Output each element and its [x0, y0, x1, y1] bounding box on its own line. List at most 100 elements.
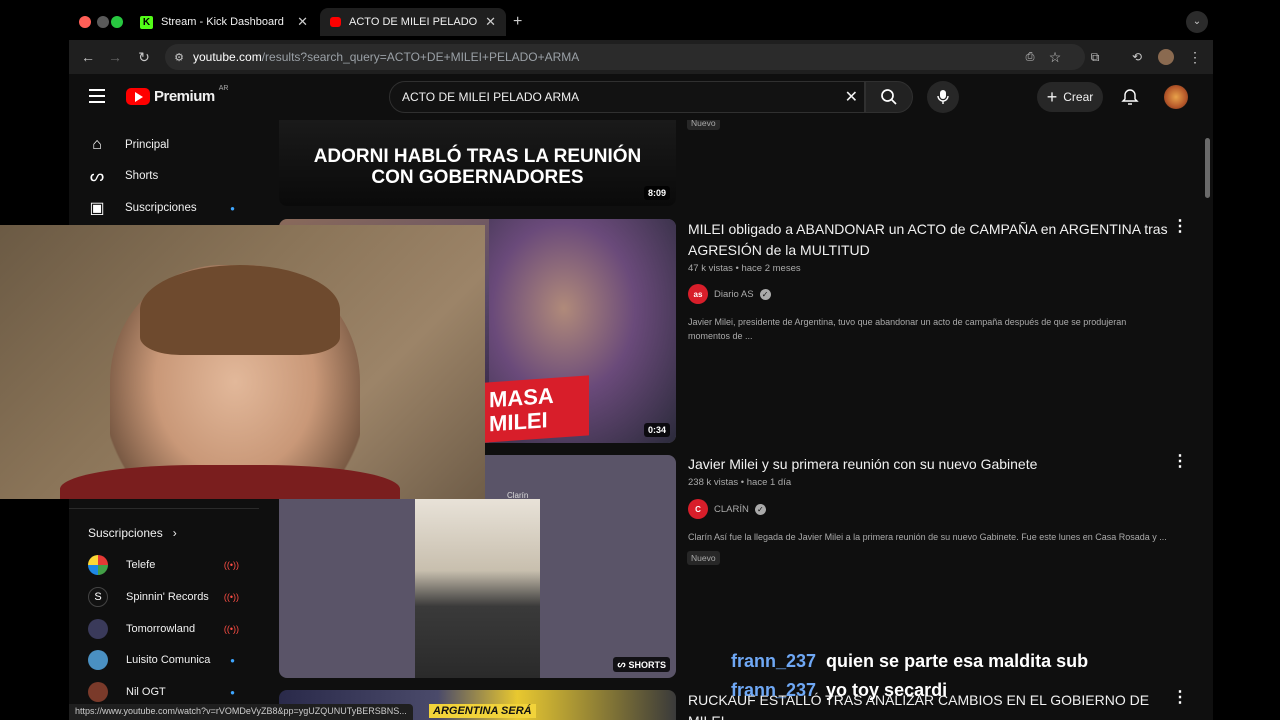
channel-avatar: C [688, 499, 708, 519]
subscription-item-luisito-comunica[interactable]: Luisito Comunica ● [69, 645, 269, 675]
chevron-right-icon: › [172, 526, 177, 540]
voice-search-button[interactable] [927, 81, 959, 113]
chat-message: frann_237 quien se parte esa maldita sub [731, 646, 1088, 676]
tab-kick-dashboard[interactable]: K Stream - Kick Dashboard ✕ [130, 8, 318, 36]
bookmark-star-icon[interactable]: ☆ [1046, 48, 1064, 66]
more-actions-icon[interactable]: ⋮ [1172, 454, 1188, 470]
search-button[interactable] [865, 81, 913, 113]
browser-toolbar: ← → ↻ ⚙ youtube.com/results?search_query… [69, 40, 1213, 74]
browser-menu-icon[interactable]: ⋮ [1186, 48, 1204, 66]
subscriptions-heading[interactable]: Suscripciones › [88, 526, 177, 540]
address-bar[interactable]: ⚙ youtube.com/results?search_query=ACTO+… [165, 44, 1085, 70]
url-domain: youtube.com [193, 50, 262, 64]
sidebar-divider [69, 508, 259, 509]
video-title[interactable]: MILEI obligado a ABANDONAR un ACTO de CA… [688, 219, 1168, 261]
sync-icon[interactable]: ⟲ [1128, 48, 1146, 66]
subscriptions-heading-label: Suscripciones [88, 526, 163, 540]
subscription-item-spinnin-records[interactable]: S Spinnin' Records ((•)) [69, 582, 269, 612]
live-icon: ((•)) [223, 560, 239, 570]
install-app-icon[interactable]: ⎙ [1021, 48, 1039, 66]
subscription-name: Telefe [126, 559, 156, 571]
subscription-name: Spinnin' Records [126, 591, 209, 603]
extensions-icon[interactable]: ⧉ [1086, 48, 1104, 66]
tab-youtube-search[interactable]: ACTO DE MILEI PELADO ARMA ✕ [320, 8, 506, 36]
video-duration: 0:34 [643, 423, 670, 437]
account-avatar[interactable] [1164, 85, 1188, 109]
subscription-item-telefe[interactable]: Telefe ((•)) [69, 550, 269, 580]
tab-search-button[interactable]: ⌄ [1186, 11, 1208, 33]
search-icon [881, 89, 897, 105]
sidebar-item-label: Shorts [125, 170, 159, 182]
video-thumbnail-adorni[interactable]: ADORNI HABLÓ TRAS LA REUNIÓN CON GOBERNA… [279, 120, 676, 206]
subscription-name: Luisito Comunica [126, 654, 211, 666]
shorts-label: SHORTS [628, 659, 666, 670]
video-meta: 238 k vistas • hace 1 día [688, 477, 792, 488]
sidebar-item-principal[interactable]: ⌂ Principal [69, 129, 269, 161]
chat-username: frann_237 [731, 651, 817, 671]
channel-avatar [88, 619, 108, 639]
close-window-button[interactable] [79, 16, 91, 28]
country-code: AR [218, 85, 229, 92]
thumbnail-text-line: MILEI [489, 407, 548, 437]
url-path: /results?search_query=ACTO+DE+MILEI+PELA… [261, 50, 580, 64]
page-scrollbar[interactable] [1205, 138, 1210, 198]
back-arrow-icon[interactable]: ← [79, 48, 97, 66]
webcam-shirt [60, 465, 400, 499]
reload-icon[interactable]: ↻ [135, 48, 153, 66]
youtube-favicon-icon [330, 17, 342, 27]
profile-avatar[interactable] [1158, 49, 1174, 65]
new-tab-button[interactable]: + [513, 13, 522, 31]
chat-text: quien se parte esa maldita sub [826, 651, 1089, 671]
notifications-button[interactable] [1121, 88, 1139, 111]
more-actions-icon[interactable]: ⋮ [1172, 690, 1188, 706]
tab-title: ACTO DE MILEI PELADO ARMA [349, 16, 478, 28]
search-input[interactable]: ACTO DE MILEI PELADO ARMA ✕ [389, 81, 865, 113]
more-actions-icon[interactable]: ⋮ [1172, 219, 1188, 235]
channel-link[interactable]: as Diario AS ✓ [688, 284, 771, 304]
hamburger-menu-icon[interactable] [89, 89, 105, 103]
video-title[interactable]: Javier Milei y su primera reunión con su… [688, 454, 1168, 475]
clear-search-icon[interactable]: ✕ [845, 87, 858, 107]
status-link-preview: https://www.youtube.com/watch?v=rVOMDeVy… [69, 704, 413, 720]
new-content-dot: ● [230, 655, 235, 665]
video-meta: 47 k vistas • hace 2 meses [688, 263, 801, 274]
subscription-name: Nil OGT [126, 686, 166, 698]
browser-tab-bar: K Stream - Kick Dashboard ✕ ACTO DE MILE… [0, 0, 1280, 40]
channel-name: CLARÍN [714, 503, 749, 515]
youtube-play-icon [126, 88, 150, 105]
channel-link[interactable]: C CLARÍN ✓ [688, 499, 766, 519]
chat-message: frann_237 yo toy secardi [731, 680, 1088, 700]
sidebar-item-label: Suscripciones [125, 202, 197, 214]
forward-arrow-icon[interactable]: → [106, 48, 124, 66]
create-label: Crear [1063, 90, 1094, 104]
bell-icon [1121, 89, 1139, 105]
video-description: Javier Milei, presidente de Argentina, t… [688, 317, 1127, 341]
thumbnail-image [415, 499, 540, 678]
youtube-premium-logo[interactable]: Premium AR [126, 85, 229, 105]
close-tab-icon[interactable]: ✕ [485, 14, 496, 30]
site-info-icon[interactable]: ⚙ [165, 51, 193, 64]
stream-chat-overlay: frann_237 quien se parte esa maldita sub… [731, 646, 1088, 700]
subscriptions-icon: ▣ [89, 200, 105, 217]
sidebar-item-label: Principal [125, 139, 170, 151]
webcam-overlay [0, 225, 485, 499]
create-button[interactable]: + Crear [1037, 82, 1103, 112]
subscription-item-nil-ogt[interactable]: Nil OGT ● [69, 677, 269, 707]
thumbnail-caption: ADORNI HABLÓ TRAS LA REUNIÓN CON GOBERNA… [313, 146, 642, 188]
home-icon: ⌂ [92, 136, 102, 153]
chat-username: frann_237 [731, 680, 817, 700]
sidebar-item-suscripciones[interactable]: ▣ Suscripciones ● [69, 192, 269, 224]
channel-avatar [88, 650, 108, 670]
shorts-badge: ᔕ SHORTS [613, 657, 670, 672]
close-tab-icon[interactable]: ✕ [297, 14, 308, 30]
masthead: Premium AR ACTO DE MILEI PELADO ARMA ✕ +… [69, 74, 1213, 120]
maximize-window-button[interactable] [111, 16, 123, 28]
chat-text: yo toy secardi [826, 680, 948, 700]
subscription-item-tomorrowland[interactable]: Tomorrowland ((•)) [69, 614, 269, 644]
new-content-dot: ● [230, 203, 235, 213]
minimize-window-button[interactable] [97, 16, 109, 28]
live-icon: ((•)) [223, 624, 239, 634]
channel-avatar: S [88, 587, 108, 607]
sidebar-item-shorts[interactable]: ᔕ Shorts [69, 160, 269, 192]
video-duration: 8:09 [643, 186, 670, 200]
